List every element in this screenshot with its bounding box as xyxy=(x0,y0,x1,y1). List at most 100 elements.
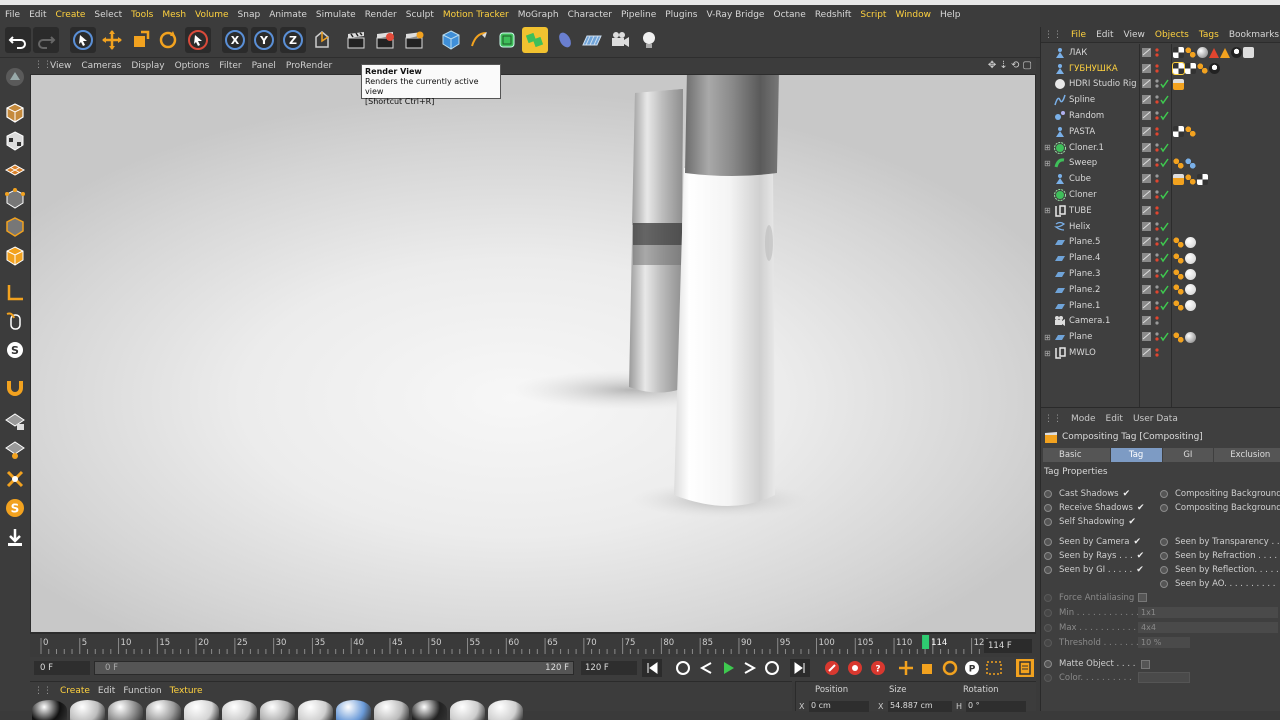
property-row[interactable]: Seen by GI . . . . . ✔ xyxy=(1044,564,1145,576)
visibility-toggles[interactable] xyxy=(1141,141,1171,155)
threshold-row-field[interactable]: 10 % xyxy=(1138,637,1190,648)
polygons-mode-button[interactable] xyxy=(2,243,28,269)
material-swatch[interactable] xyxy=(222,700,257,720)
orange-dots-tag-icon[interactable] xyxy=(1173,300,1184,312)
lock-workplane-button[interactable] xyxy=(2,408,28,434)
material-swatch[interactable] xyxy=(146,700,181,720)
cloner-button[interactable] xyxy=(522,27,548,53)
object-name[interactable]: Cloner.1 xyxy=(1069,143,1104,153)
go-to-start-button[interactable] xyxy=(642,659,662,677)
next-key-button[interactable] xyxy=(762,659,782,677)
planar-workplane-button[interactable] xyxy=(2,436,28,462)
viewport-menu-filter[interactable]: Filter xyxy=(214,61,246,71)
x-position-field[interactable]: 0 cm xyxy=(809,701,869,712)
download-button[interactable] xyxy=(2,524,28,550)
property-row[interactable]: Seen by Refraction . . . . . xyxy=(1160,550,1280,562)
keyframe-selection-button[interactable]: ? xyxy=(868,659,888,677)
viewport[interactable] xyxy=(30,74,1036,633)
visibility-toggles[interactable] xyxy=(1141,188,1171,202)
checker-tag-icon[interactable] xyxy=(1173,47,1184,59)
deformer-button[interactable] xyxy=(552,27,578,53)
viewport-menu-options[interactable]: Options xyxy=(170,61,215,71)
animate-radio-icon[interactable] xyxy=(1044,566,1052,574)
object-name[interactable]: Cloner xyxy=(1069,190,1097,200)
object-row[interactable]: ⊞ Plane xyxy=(1041,329,1280,345)
recent-tool-button[interactable] xyxy=(185,27,211,53)
checker-tag-icon[interactable] xyxy=(1185,63,1196,75)
object-name[interactable]: Helix xyxy=(1069,222,1090,232)
property-row[interactable]: Compositing Background xyxy=(1160,502,1280,514)
menu-redshift[interactable]: Redshift xyxy=(810,10,856,20)
animate-radio-icon[interactable] xyxy=(1044,490,1052,498)
record-button[interactable] xyxy=(822,659,842,677)
blue-dots-tag-icon[interactable] xyxy=(1185,157,1196,169)
timeline-ruler[interactable]: 0 5 10 15 20 25 30 35 40 45 50 55 60 65 70 75 80 85 90 95 10… xyxy=(30,633,1036,657)
visibility-toggles[interactable] xyxy=(1141,251,1171,265)
visibility-toggles[interactable] xyxy=(1141,299,1171,313)
current-frame-field[interactable]: 114 F xyxy=(984,639,1032,653)
checker-sel-tag-icon[interactable] xyxy=(1172,62,1185,76)
object-name[interactable]: Spline xyxy=(1069,95,1095,105)
material-swatch[interactable] xyxy=(298,700,333,720)
material-swatch[interactable] xyxy=(336,700,371,720)
orange-dots-tag-icon[interactable] xyxy=(1173,252,1184,264)
menu-create[interactable]: Create xyxy=(51,10,90,20)
key-rotation-button[interactable] xyxy=(940,659,960,677)
object-name[interactable]: Plane.1 xyxy=(1069,301,1100,311)
material-swatch[interactable] xyxy=(70,700,105,720)
playhead[interactable] xyxy=(922,635,930,649)
force-antialiasing-checkbox[interactable] xyxy=(1138,593,1147,602)
material-swatch[interactable] xyxy=(412,700,447,720)
texture-mode-button[interactable] xyxy=(2,128,28,154)
attribute-menu-mode[interactable]: Mode xyxy=(1066,414,1101,424)
object-row[interactable]: HDRI Studio Rig xyxy=(1041,77,1280,93)
snap-button[interactable]: S xyxy=(2,337,28,363)
menu-mograph[interactable]: MoGraph xyxy=(513,10,563,20)
triangle-r-tag-icon[interactable] xyxy=(1209,47,1219,58)
axis-mode-button[interactable] xyxy=(2,280,28,306)
expand-icon[interactable]: ⊞ xyxy=(1044,159,1052,168)
menu-plugins[interactable]: Plugins xyxy=(660,10,701,20)
sphere-w-tag-icon[interactable] xyxy=(1185,268,1196,280)
viewport-navigation-icons[interactable]: ✥ ⇣ ⟲ ▢ xyxy=(988,60,1032,71)
key-position-button[interactable] xyxy=(896,659,916,677)
edges-mode-button[interactable] xyxy=(2,214,28,240)
material-menu-function[interactable]: Function xyxy=(121,686,167,696)
menu-snap[interactable]: Snap xyxy=(233,10,265,20)
property-row[interactable]: Seen by Reflection. . . . . . xyxy=(1160,564,1280,576)
orange-dots-tag-icon[interactable] xyxy=(1185,173,1196,185)
undo-button[interactable] xyxy=(5,27,31,53)
shadow-t-tag-icon[interactable] xyxy=(1209,63,1220,75)
cube-primitive-button[interactable] xyxy=(438,27,464,53)
make-editable-button[interactable] xyxy=(2,64,28,90)
material-menu-create[interactable]: Create xyxy=(58,686,96,696)
z-axis-button[interactable]: Z xyxy=(280,27,306,53)
visibility-toggles[interactable] xyxy=(1141,172,1171,186)
sphere-w-tag-icon[interactable] xyxy=(1185,300,1196,312)
object-row[interactable]: Plane.1 xyxy=(1041,298,1280,314)
checkbox-checked[interactable]: ✔ xyxy=(1133,537,1142,547)
tab-basic[interactable]: Basic xyxy=(1043,448,1110,462)
workplane-mode-button[interactable] xyxy=(2,157,28,183)
frame-range-slider[interactable]: 0 F 120 F xyxy=(94,661,574,675)
visibility-toggles[interactable] xyxy=(1141,314,1171,328)
tab-gi[interactable]: GI xyxy=(1162,448,1214,462)
material-swatch[interactable] xyxy=(450,700,485,720)
attribute-menu-edit[interactable]: Edit xyxy=(1101,414,1128,424)
material-swatch[interactable] xyxy=(184,700,219,720)
animate-radio-icon[interactable] xyxy=(1160,552,1168,560)
visibility-toggles[interactable] xyxy=(1141,283,1171,297)
material-swatch[interactable] xyxy=(260,700,295,720)
tweak-mode-button[interactable] xyxy=(2,308,28,334)
animate-radio-icon[interactable] xyxy=(1160,566,1168,574)
animate-radio-icon[interactable] xyxy=(1044,660,1052,668)
visibility-toggles[interactable] xyxy=(1141,346,1171,360)
menu-motion-tracker[interactable]: Motion Tracker xyxy=(438,10,513,20)
orange-dots-tag-icon[interactable] xyxy=(1185,47,1196,59)
property-row[interactable]: Seen by Transparency . . . xyxy=(1160,536,1280,548)
material-menu-edit[interactable]: Edit xyxy=(96,686,121,696)
menu-volume[interactable]: Volume xyxy=(190,10,232,20)
orange-clap-tag-icon[interactable] xyxy=(1173,173,1184,185)
object-menu-edit[interactable]: Edit xyxy=(1091,30,1118,40)
property-row[interactable]: Cast Shadows ✔ xyxy=(1044,488,1132,500)
